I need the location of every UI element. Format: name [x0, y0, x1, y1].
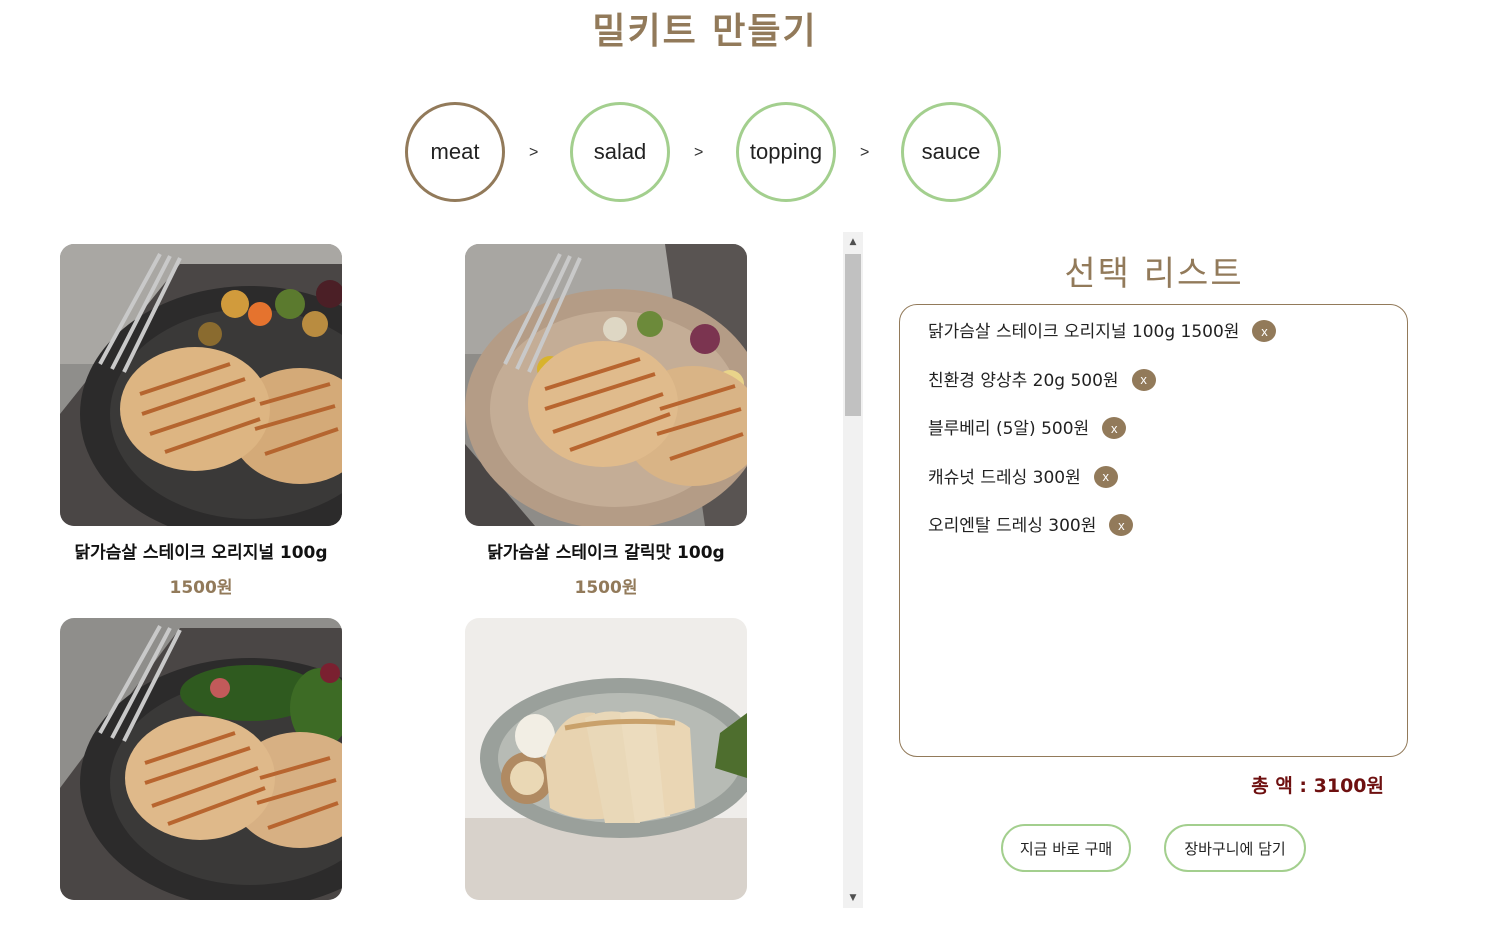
- chicken-steak-greens-photo: [60, 618, 342, 900]
- step-meat[interactable]: meat: [405, 102, 505, 202]
- list-item-text: 캐슈넛 드레싱 300원: [928, 467, 1081, 488]
- remove-item-button[interactable]: x: [1102, 417, 1127, 439]
- product-card[interactable]: [465, 618, 747, 908]
- chicken-steak-garlic-photo: [465, 244, 747, 526]
- step-salad[interactable]: salad: [570, 102, 670, 202]
- total-amount: 총 액 : 3100원: [1251, 775, 1384, 797]
- list-item: 닭가슴살 스테이크 오리지널 100g 1500원 x: [928, 317, 1407, 366]
- list-item: 캐슈넛 드레싱 300원 x: [928, 463, 1407, 512]
- product-name: 닭가슴살 스테이크 갈릭맛 100g: [487, 543, 725, 563]
- scroll-up-arrow-icon[interactable]: ▲: [843, 232, 863, 252]
- step-separator: >: [529, 144, 539, 161]
- remove-item-button[interactable]: x: [1109, 514, 1134, 536]
- step-navigation: meat > salad > topping > sauce: [405, 102, 1005, 204]
- scroll-down-arrow-icon[interactable]: ▼: [843, 888, 863, 908]
- step-separator: >: [694, 144, 704, 161]
- list-item-text: 닭가슴살 스테이크 오리지널 100g 1500원: [928, 322, 1240, 342]
- chicken-steak-original-photo: [60, 244, 342, 526]
- product-price: 1500원: [574, 578, 638, 598]
- product-list: 닭가슴살 스테이크 오리지널 100g 1500원 닭가슴살 스테이크 갈릭맛 …: [0, 232, 864, 908]
- sliced-chicken-breast-photo: [465, 618, 747, 900]
- remove-item-button[interactable]: x: [1252, 320, 1277, 342]
- product-card[interactable]: 닭가슴살 스테이크 갈릭맛 100g 1500원: [465, 244, 747, 598]
- product-card[interactable]: [60, 618, 342, 908]
- list-item-text: 블루베리 (5알) 500원: [928, 419, 1090, 439]
- product-scrollbar[interactable]: ▲ ▼: [843, 232, 863, 908]
- buy-now-button[interactable]: 지금 바로 구매: [1001, 824, 1131, 872]
- remove-item-button[interactable]: x: [1131, 368, 1156, 391]
- product-name: 닭가슴살 스테이크 오리지널 100g: [74, 543, 328, 563]
- list-item: 친환경 양상추 20g 500원 x: [928, 366, 1407, 415]
- add-to-cart-button[interactable]: 장바구니에 담기: [1164, 824, 1306, 872]
- scroll-thumb[interactable]: [845, 254, 861, 416]
- list-item: 블루베리 (5알) 500원 x: [928, 414, 1407, 463]
- list-item-text: 친환경 양상추 20g 500원: [928, 370, 1119, 391]
- page-title: 밀키트 만들기: [592, 11, 818, 52]
- product-card[interactable]: 닭가슴살 스테이크 오리지널 100g 1500원: [60, 244, 342, 598]
- list-item: 오리엔탈 드레싱 300원 x: [928, 511, 1407, 560]
- selection-list-title: 선택 리스트: [1064, 254, 1244, 294]
- product-price: 1500원: [169, 578, 233, 598]
- list-item-text: 오리엔탈 드레싱 300원: [928, 516, 1097, 536]
- step-topping[interactable]: topping: [736, 102, 836, 202]
- remove-item-button[interactable]: x: [1093, 465, 1118, 488]
- step-sauce[interactable]: sauce: [901, 102, 1001, 202]
- selection-list: 닭가슴살 스테이크 오리지널 100g 1500원 x 친환경 양상추 20g …: [899, 304, 1408, 757]
- step-separator: >: [860, 144, 870, 161]
